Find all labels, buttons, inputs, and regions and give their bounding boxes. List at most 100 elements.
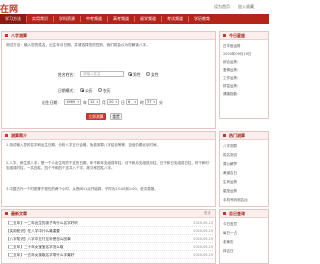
nav-item-study-abroad[interactable]: 留学频道 xyxy=(135,14,161,24)
birth-date-label: 出生日期： xyxy=(42,100,61,105)
name-label: 姓名姓名： xyxy=(58,72,77,77)
minute-select[interactable]: 37 ▾ xyxy=(145,99,157,105)
month-unit: 月 xyxy=(102,100,106,105)
sidebar-text: 健康指数： xyxy=(223,92,241,96)
bazi-tool-panel: 八字测算 测试方法：输入您的姓名，出生年月日期，并请选择您的性别，我们将会以为您… xyxy=(1,31,216,129)
hour-select[interactable]: 8 ▾ xyxy=(126,99,138,105)
sidebar-text: 综合运势： xyxy=(223,60,241,64)
gender-male-radio[interactable] xyxy=(128,72,132,76)
chevron-down-icon: ▾ xyxy=(153,100,155,104)
more-link[interactable]: 更多 xyxy=(204,211,211,216)
article-title[interactable]: 【八字知识】八字中五行互补是怎么回事 xyxy=(6,237,71,242)
intro-paragraph: 1.测试输入您的名字和出生日期，分析八字五行合格，免费测算八字结合等等，自信仍看… xyxy=(6,143,160,147)
square-bullet-icon xyxy=(223,212,226,215)
chevron-down-icon: ▾ xyxy=(134,100,136,104)
minute-value: 37 xyxy=(147,100,152,104)
tool-description: 测试方法：输入您的姓名，出生年月日期，并请选择您的性别，我们将会以为您解读八字。 xyxy=(6,43,150,47)
panel-title: 八字测算 xyxy=(11,32,27,38)
sidebar-link[interactable]: 手机号码测吉凶 xyxy=(223,198,248,203)
square-bullet-icon xyxy=(5,34,8,37)
sidebar-text: 财富运势： xyxy=(223,84,241,88)
nav-item-subject-resources[interactable]: 学科资源 xyxy=(54,14,80,24)
nav-item-exams[interactable]: 考试频道 xyxy=(162,14,188,24)
article-row[interactable]: 【二五年】二十年女宝宝名字怎么取 2020-09-19 xyxy=(6,244,213,251)
year-unit: 年 xyxy=(83,100,87,105)
month-value: 12 xyxy=(90,100,95,104)
gender-female-label: 女性 xyxy=(151,72,159,77)
nav-item-degree-education[interactable]: 学历教育 xyxy=(189,14,215,24)
intro-panel: 测算简介 1.测试输入您的名字和出生日期，分析八字五行合格，免费测算八字结合等等… xyxy=(1,131,216,207)
panel-title: 热门测算 xyxy=(229,132,245,138)
calendar-solar-label: 公历 xyxy=(85,88,93,93)
sidebar-link[interactable]: 周公解梦 xyxy=(223,162,237,167)
article-row[interactable]: 【八字知识】八字中五行互补是怎么回事 2020-09-19 xyxy=(6,236,213,243)
name-input[interactable]: 请输入姓名 xyxy=(80,71,124,77)
article-date: 2020-09-19 xyxy=(193,229,213,233)
minute-unit: 分 xyxy=(159,100,163,105)
day-select[interactable]: 20 ▾ xyxy=(107,99,119,105)
calendar-solar-radio[interactable] xyxy=(80,88,84,92)
sidebar-link[interactable]: 姓名测试 xyxy=(223,153,237,158)
square-bullet-icon xyxy=(223,134,226,137)
sidebar-link[interactable]: 老黄历 xyxy=(223,240,234,245)
article-title[interactable]: 【二五年】一五年女孩取名字带什么字最好 xyxy=(6,253,74,258)
panel-title: 测算简介 xyxy=(11,132,27,138)
sidebar-link[interactable]: 生肖运势 xyxy=(223,180,237,185)
month-select[interactable]: 12 ▾ xyxy=(88,99,100,105)
sidebar-link[interactable]: 八字测算 xyxy=(223,144,237,149)
nav-item-common-sense[interactable]: 实用常识 xyxy=(27,14,53,24)
sidebar-link[interactable]: 择吉日 xyxy=(223,249,234,254)
sidebar-date-panel: 吉日查询 今日宜忌 每日一占 老黄历 择吉日 xyxy=(219,209,269,264)
article-title[interactable]: 【二五年】一二年出生的孩子叫什么名字好听 xyxy=(6,221,78,226)
square-bullet-icon xyxy=(223,34,226,37)
article-date: 2020-09-19 xyxy=(193,253,213,257)
article-title[interactable]: 【实用知识】在八字中什么最重要 xyxy=(6,229,60,234)
sidebar-hot-tools-panel: 热门测算 八字测算 姓名测试 周公解梦 黄道吉日 生肖运势 星座运势 手机号码测… xyxy=(219,131,269,207)
panel-header: 最新文章 更多 xyxy=(2,210,215,218)
panel-header: 八字测算 xyxy=(2,32,215,40)
square-bullet-icon xyxy=(5,134,8,137)
sidebar-horoscope-panel: 今日星座 白羊座运势 2020年09月19日 综合运势： 爱情运势： 工作运势：… xyxy=(219,31,269,119)
chevron-down-icon: ▾ xyxy=(77,100,79,104)
calendar-mode-label: 日期模式： xyxy=(58,88,77,93)
article-title[interactable]: 【二五年】二十年女宝宝名字怎么取 xyxy=(6,245,64,250)
panel-header: 今日星座 xyxy=(220,32,268,40)
panel-title: 吉日查询 xyxy=(229,210,245,216)
top-bar: 在网 设为首页 加入收藏 xyxy=(0,0,269,14)
panel-header: 吉日查询 xyxy=(220,210,268,218)
panel-title: 今日星座 xyxy=(229,32,245,38)
set-homepage-link[interactable]: 设为首页 xyxy=(214,4,230,10)
day-unit: 日 xyxy=(121,100,125,105)
calendar-lunar-radio[interactable] xyxy=(98,88,102,92)
chevron-down-icon: ▾ xyxy=(96,100,98,104)
square-bullet-icon xyxy=(5,212,8,215)
nav-item-gaokao[interactable]: 高考频道 xyxy=(108,14,134,24)
sidebar-link[interactable]: 每日一占 xyxy=(223,231,237,236)
gender-female-radio[interactable] xyxy=(146,72,150,76)
article-row[interactable]: 【二五年】一五年女孩取名字带什么字最好 2020-09-19 xyxy=(6,252,213,259)
panel-header: 热门测算 xyxy=(220,132,268,140)
article-row[interactable]: 【实用知识】在八字中什么最重要 2020-09-19 xyxy=(6,228,213,235)
nav-item-zhongkao[interactable]: 中考频道 xyxy=(81,14,107,24)
sidebar-link[interactable]: 星座运势 xyxy=(223,189,237,194)
gender-male-label: 男性 xyxy=(133,72,141,77)
intro-paragraph: 2.八字，即生辰八字，是一个人出生时的干支历日期，年干和年支组成年柱，月干和月支… xyxy=(6,161,209,170)
latest-articles-panel: 最新文章 更多 【二五年】一二年出生的孩子叫什么名字好听 2020-09-19 … xyxy=(1,209,216,264)
hour-unit: 时 xyxy=(140,100,144,105)
year-select[interactable]: 1989 ▾ xyxy=(64,99,81,105)
article-row[interactable]: 【二五年】一二年出生的孩子叫什么名字好听 2020-09-19 xyxy=(6,220,213,227)
sidebar-text: 爱情运势： xyxy=(223,68,241,72)
sidebar-text: 工作运势： xyxy=(223,76,241,80)
reset-button[interactable]: 重置 xyxy=(110,113,122,120)
submit-button[interactable]: 立即测算 xyxy=(86,113,106,120)
sidebar-text: 2020年09月19日 xyxy=(223,52,252,56)
sidebar-link[interactable]: 黄道吉日 xyxy=(223,171,237,176)
add-favorite-link[interactable]: 加入收藏 xyxy=(238,4,254,10)
panel-header: 测算简介 xyxy=(2,132,215,140)
year-value: 1989 xyxy=(66,100,75,104)
article-date: 2020-09-19 xyxy=(193,237,213,241)
article-date: 2020-09-19 xyxy=(193,245,213,249)
chevron-down-icon: ▾ xyxy=(115,100,117,104)
nav-item-study-methods[interactable]: 学习方法 xyxy=(0,14,26,24)
sidebar-link[interactable]: 今日宜忌 xyxy=(223,222,237,227)
